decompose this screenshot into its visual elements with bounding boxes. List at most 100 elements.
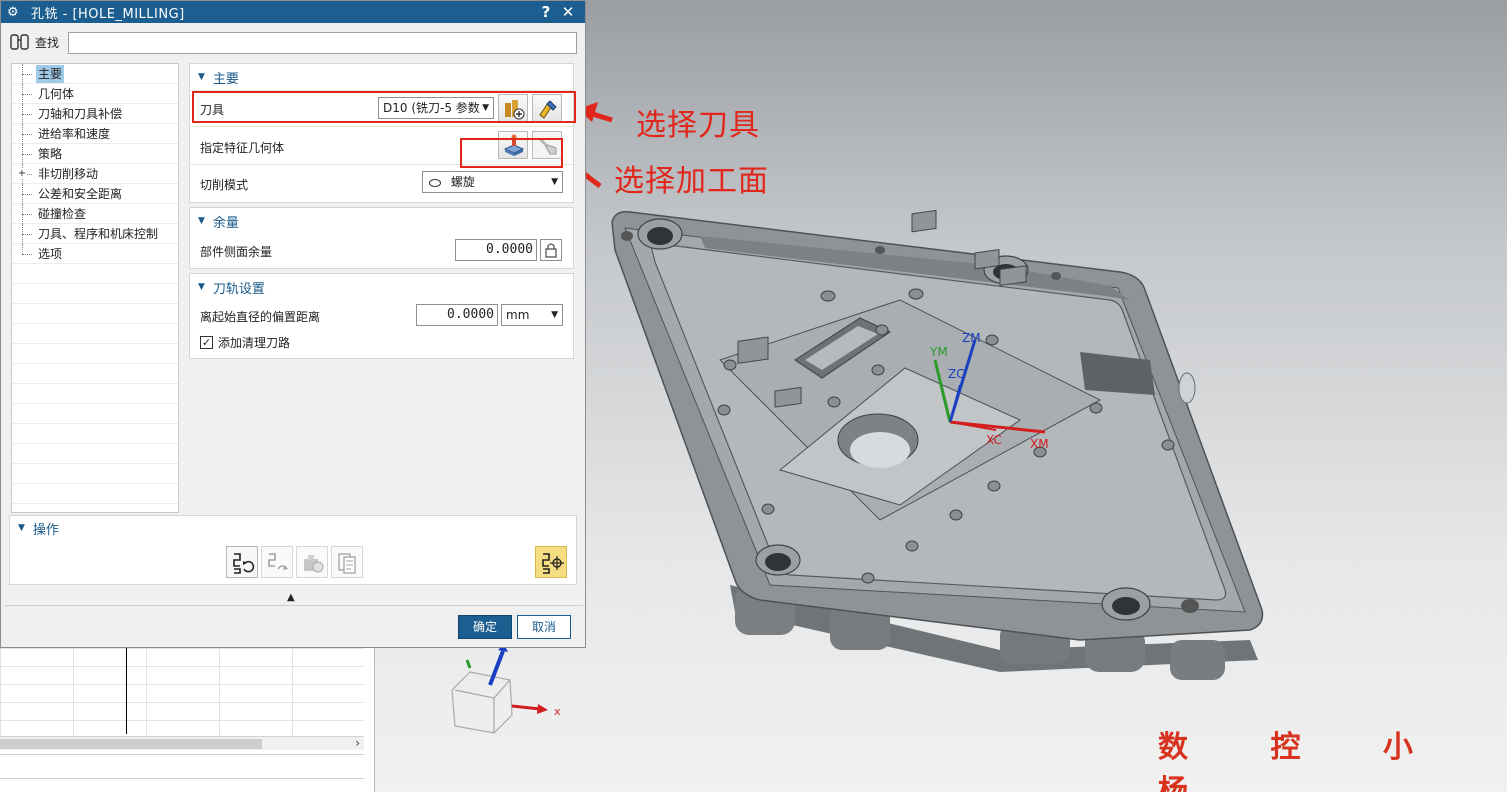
new-tool-button[interactable] <box>498 94 528 122</box>
list-button[interactable] <box>331 546 363 578</box>
nav-empty-row <box>12 484 178 504</box>
ok-button[interactable]: 确定 <box>458 615 512 639</box>
tool-select[interactable]: D10 (铣刀-5 参数 ▼ <box>378 97 494 119</box>
expand-icon[interactable]: + <box>17 169 27 179</box>
zm-label: ZM <box>962 331 981 345</box>
nav-empty-row <box>12 284 178 304</box>
nav-empty-row <box>12 364 178 384</box>
divider <box>0 778 364 779</box>
feature-geometry-row: 指定特征几何体 <box>190 126 573 164</box>
nav-empty-row <box>12 324 178 344</box>
nav-item-label: 非切削移动 <box>38 167 99 181</box>
flashlight-icon <box>539 138 557 155</box>
zc-label: ZC <box>948 367 965 381</box>
horizontal-scrollbar[interactable]: › <box>0 736 364 750</box>
scroll-right-icon[interactable]: › <box>355 736 360 750</box>
nav-empty-row <box>12 464 178 484</box>
find-row: 查找 <box>9 31 59 53</box>
show-path-button[interactable] <box>535 546 567 578</box>
hole-milling-dialog: ⚙ 孔铣 - [HOLE_MILLING] ? ✕ 查找 主要 几何体 刀轴和刀… <box>0 0 586 648</box>
nav-item-main[interactable]: 主要 <box>12 64 178 84</box>
close-button[interactable]: ✕ <box>557 3 579 21</box>
side-stock-label: 部件侧面余量 <box>200 245 273 259</box>
cleanup-label: 添加清理刀路 <box>218 336 291 350</box>
section-path-header[interactable]: ▼ 刀轨设置 <box>190 274 573 300</box>
cancel-button[interactable]: 取消 <box>517 615 571 639</box>
edit-tool-button[interactable] <box>532 94 562 122</box>
help-button[interactable]: ? <box>535 3 557 21</box>
nav-tree: 主要 几何体 刀轴和刀具补偿 进给率和速度 策略 + 非切削移动 公差和安全距离 <box>11 63 179 513</box>
xm-label: XM <box>1030 437 1049 451</box>
nav-empty-row <box>12 424 178 444</box>
nav-item-label: 主要 <box>36 65 65 83</box>
replay-button[interactable] <box>261 546 293 578</box>
verify-button[interactable] <box>296 546 328 578</box>
nav-item-tolerance[interactable]: 公差和安全距离 <box>12 184 178 204</box>
offset-input[interactable]: 0.0000 <box>416 304 498 326</box>
gear-icon: ⚙ <box>7 4 19 20</box>
tool-row: 刀具 D10 (铣刀-5 参数 ▼ <box>190 90 573 126</box>
cut-mode-select[interactable]: 螺旋 ▼ <box>422 171 563 193</box>
view-triad[interactable]: x <box>451 644 561 734</box>
find-input[interactable] <box>68 32 577 54</box>
nav-item-tool-axis[interactable]: 刀轴和刀具补偿 <box>12 104 178 124</box>
collapse-caret-icon: ▼ <box>198 282 205 292</box>
nav-item-collision-check[interactable]: 碰撞检查 <box>12 204 178 224</box>
section-ops-header[interactable]: ▼ 操作 <box>10 516 576 540</box>
nav-item-label: 进给率和速度 <box>38 127 111 141</box>
replay-icon <box>268 553 288 570</box>
binoculars-icon <box>10 34 29 50</box>
side-stock-input[interactable]: 0.0000 <box>455 239 537 261</box>
watermark: 数 控 小 杨 <box>1158 730 1449 792</box>
verify-icon <box>304 555 324 573</box>
nav-item-label: 公差和安全距离 <box>38 187 123 201</box>
lock-icon <box>545 243 557 258</box>
generate-button[interactable] <box>226 546 258 578</box>
feature-geometry-label: 指定特征几何体 <box>200 141 285 155</box>
nav-item-options[interactable]: 选项 <box>12 244 178 264</box>
new-tool-icon <box>505 100 525 120</box>
annotation-select-tool: 选择刀具 <box>636 108 760 143</box>
dialog-title: 孔铣 - [HOLE_MILLING] <box>31 6 185 22</box>
section-operations: ▼ 操作 <box>9 515 577 585</box>
list-icon <box>338 553 356 574</box>
nav-item-feeds-speeds[interactable]: 进给率和速度 <box>12 124 178 144</box>
cleanup-checkbox[interactable]: ✓ 添加清理刀路 <box>200 334 290 351</box>
display-geometry-button[interactable] <box>532 131 562 159</box>
part-model[interactable] <box>611 209 1264 680</box>
nav-item-tool-program-machine[interactable]: 刀具、程序和机床控制 <box>12 224 178 244</box>
chevron-down-icon: ▼ <box>551 310 558 320</box>
grid-cells <box>0 648 364 736</box>
section-stock-header[interactable]: ▼ 余量 <box>190 208 573 234</box>
nav-empty-row <box>12 404 178 424</box>
checkbox-box[interactable]: ✓ <box>200 336 213 349</box>
section-path-settings: ▼ 刀轨设置 离起始直径的偏置距离 0.0000 mm ▼ ✓ 添加清理刀路 <box>189 273 574 359</box>
specify-feature-geometry-button[interactable] <box>498 131 528 159</box>
nav-empty-row <box>12 304 178 324</box>
nav-empty-row <box>12 384 178 404</box>
nav-item-strategy[interactable]: 策略 <box>12 144 178 164</box>
triad-x-label: x <box>554 705 561 718</box>
unit-value: mm <box>506 308 530 322</box>
find-label: 查找 <box>35 35 60 50</box>
nav-item-label: 刀具、程序和机床控制 <box>38 227 159 241</box>
title-bar[interactable]: ⚙ 孔铣 - [HOLE_MILLING] ? ✕ <box>1 1 585 23</box>
nav-empty-row <box>12 264 178 284</box>
section-main-header[interactable]: ▼ 主要 <box>190 64 573 90</box>
nav-item-geometry[interactable]: 几何体 <box>12 84 178 104</box>
collapse-caret-icon: ▼ <box>198 72 205 82</box>
nav-item-non-cutting-moves[interactable]: + 非切削移动 <box>12 164 178 184</box>
collapse-caret-icon: ▼ <box>18 523 25 533</box>
collapse-up-icon[interactable]: ▲ <box>287 592 295 603</box>
scrollbar-thumb[interactable] <box>0 739 262 749</box>
annotation-select-face: 选择加工面 <box>614 164 769 199</box>
edit-tool-icon <box>539 100 557 119</box>
separator <box>5 605 583 606</box>
nav-empty-row <box>12 444 178 464</box>
unit-select[interactable]: mm ▼ <box>501 304 563 326</box>
xc-label: XC <box>986 433 1002 447</box>
lock-button[interactable] <box>540 239 562 261</box>
nav-item-label: 策略 <box>38 147 63 161</box>
nav-empty-row <box>12 344 178 364</box>
offset-row: 离起始直径的偏置距离 0.0000 mm ▼ <box>190 300 573 330</box>
